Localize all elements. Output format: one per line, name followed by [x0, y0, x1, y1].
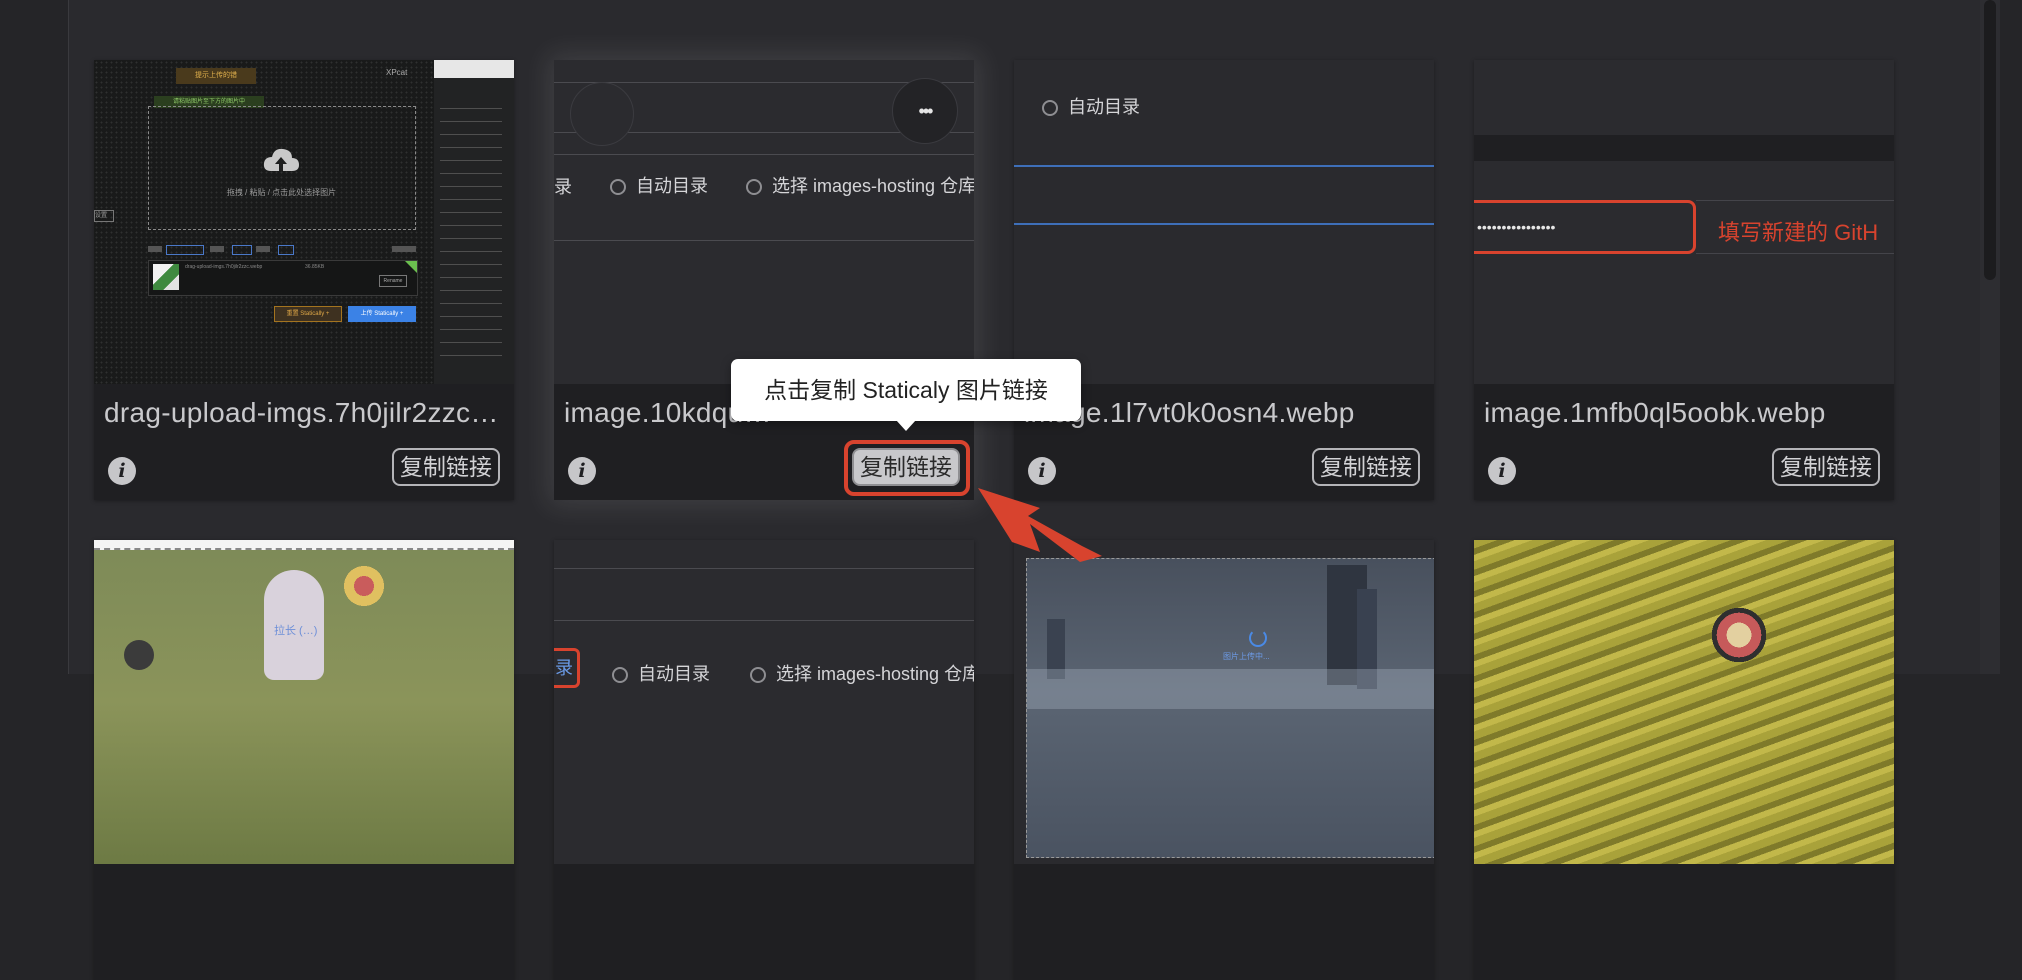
- auto-dir-radio[interactable]: [612, 667, 628, 684]
- kite-photo: [324, 556, 404, 616]
- token-hint: 填写新建的 GitH: [1718, 220, 1879, 245]
- drop-zone-text: 拖拽 / 粘贴 / 点击此处选择图片: [226, 188, 337, 197]
- image-thumbnail[interactable]: 录 自动目录 选择 images-hosting 仓库: [554, 540, 974, 864]
- image-thumbnail[interactable]: 拉长 (…): [94, 540, 514, 864]
- image-card: 自动目录 image.1l7vt0k0osn4.webp i 复制链接: [1014, 60, 1434, 500]
- scrollbar-thumb[interactable]: [1984, 0, 1996, 280]
- auto-dir-row: 自动目录: [1042, 93, 1140, 119]
- image-card: 拉长 (…): [94, 540, 514, 980]
- toolbar-row: [148, 244, 418, 255]
- auto-dir-label: 自动目录: [636, 176, 708, 196]
- image-card: 图片上传中...: [1014, 540, 1434, 980]
- left-edge-tab: 设置: [94, 210, 114, 222]
- image-card: 录 自动目录 选择 images-hosting 仓库: [554, 540, 974, 980]
- upload-preview: 图片上传中...: [1026, 558, 1434, 858]
- image-card: [1474, 540, 1894, 980]
- auto-dir-radio[interactable]: [1042, 100, 1058, 117]
- image-thumbnail[interactable]: ••• 录 自动目录 选择 images-hosting 仓库: [554, 60, 974, 384]
- copy-link-button[interactable]: 复制链接: [1772, 448, 1880, 486]
- loading-spinner-icon: [1249, 629, 1267, 647]
- more-button[interactable]: •••: [892, 78, 958, 144]
- copy-tooltip: 点击复制 Staticaly 图片链接: [731, 359, 1081, 421]
- image-filename: image.1mfb0ql5oobk.webp: [1484, 397, 1826, 428]
- auto-dir-label: 自动目录: [638, 664, 710, 684]
- avatar-placeholder: [570, 82, 634, 146]
- copy-link-button[interactable]: 复制链接: [392, 448, 500, 486]
- image-thumbnail[interactable]: 自动目录: [1014, 60, 1434, 384]
- person-photo-2: [124, 640, 154, 670]
- file-thumbnail: [153, 264, 179, 290]
- image-card-highlighted: ••• 录 自动目录 选择 images-hosting 仓库 image.10…: [554, 60, 974, 500]
- settings-row: 录 自动目录 选择 images-hosting 仓库: [554, 172, 974, 198]
- settings-row: 自动目录 选择 images-hosting 仓库: [554, 660, 974, 686]
- info-icon[interactable]: i: [108, 457, 136, 485]
- info-icon[interactable]: i: [1488, 457, 1516, 485]
- select-repo-label: 选择 images-hosting 仓库: [776, 664, 974, 684]
- file-row: drag-upload-imgs.7h0jilr2zzc.webp 36.85K…: [148, 260, 418, 296]
- input-underline: [1014, 223, 1434, 225]
- upload-statically-button[interactable]: 上传 Statically +: [348, 306, 416, 322]
- image-card: •••••••••••••••• 填写新建的 GitH image.1mfb0q…: [1474, 60, 1894, 500]
- image-thumbnail[interactable]: 提示上传的错 XPcat 请粘贴图片至下方的图片中 设置 拖拽 / 粘贴 / 点…: [94, 60, 514, 384]
- upload-tip-button: 提示上传的错: [176, 68, 256, 84]
- image-thumbnail[interactable]: 图片上传中...: [1014, 540, 1434, 864]
- input-underline: [1014, 165, 1434, 167]
- select-repo-radio[interactable]: [746, 179, 762, 196]
- nickname: XPcat: [386, 68, 408, 77]
- select-repo-radio[interactable]: [750, 667, 766, 684]
- file-name: drag-upload-imgs.7h0jilr2zzc.webp: [185, 264, 263, 270]
- token-input[interactable]: ••••••••••••••••: [1474, 200, 1696, 254]
- info-icon[interactable]: i: [1028, 457, 1056, 485]
- cancel-statically-button[interactable]: 重置 Statically +: [274, 306, 342, 322]
- cloud-upload-icon: [263, 148, 299, 171]
- info-icon[interactable]: i: [568, 457, 596, 485]
- tooltip-arrow: [896, 420, 916, 431]
- dir-label-tail: 录: [554, 177, 572, 197]
- select-repo-label: 选择 images-hosting 仓库: [772, 176, 974, 196]
- copy-link-button[interactable]: 复制链接: [1312, 448, 1420, 486]
- auto-dir-label: 自动目录: [1068, 97, 1140, 117]
- photo-subtext: 拉长 (…): [274, 625, 318, 637]
- rename-button[interactable]: Rename: [379, 275, 407, 287]
- kite-photo: [1704, 600, 1774, 670]
- image-thumbnail[interactable]: [1474, 540, 1894, 864]
- drop-zone[interactable]: 拖拽 / 粘贴 / 点击此处选择图片: [148, 106, 416, 230]
- image-filename: drag-upload-imgs.7h0jilr2zzc…: [104, 397, 499, 428]
- image-filename: image.1l7vt0k0osn4.webp: [1024, 397, 1355, 428]
- auto-dir-radio[interactable]: [610, 179, 626, 196]
- uploading-text: 图片上传中...: [1223, 652, 1270, 661]
- highlight-box: [844, 440, 970, 496]
- image-card: 提示上传的错 XPcat 请粘贴图片至下方的图片中 设置 拖拽 / 粘贴 / 点…: [94, 60, 514, 500]
- image-thumbnail[interactable]: •••••••••••••••• 填写新建的 GitH: [1474, 60, 1894, 384]
- file-info: 36.85KB: [305, 264, 325, 270]
